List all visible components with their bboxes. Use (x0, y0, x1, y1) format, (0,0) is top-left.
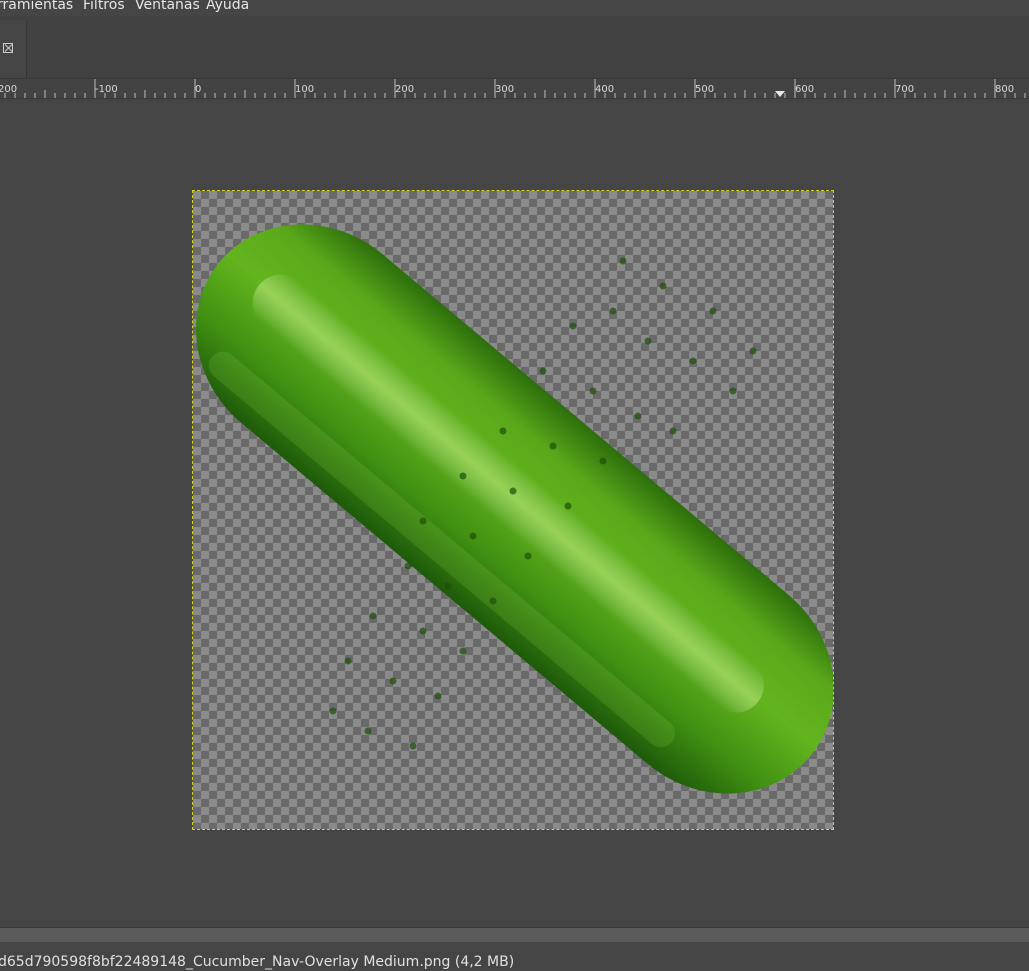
ruler-label: 800 (995, 84, 1014, 95)
cucumber-wart (564, 502, 572, 510)
cucumber-wart (444, 582, 452, 590)
menubar: rramientas Filtros Ventanas Ayuda (0, 0, 1029, 16)
cucumber-wart (459, 647, 467, 655)
cucumber-wart (689, 357, 697, 365)
cucumber-wart (434, 692, 442, 700)
ruler-label: -100 (95, 84, 118, 95)
image-tab[interactable] (0, 20, 27, 78)
ruler-label: 400 (595, 84, 614, 95)
cucumber-wart (709, 307, 717, 315)
cucumber-wart (419, 627, 427, 635)
ruler-label: 300 (495, 84, 514, 95)
image-tab-strip (0, 16, 1029, 79)
file-info-label: d65d790598f8bf22489148_Cucumber_Nav-Over… (0, 954, 515, 970)
menu-herramientas[interactable]: rramientas (0, 0, 73, 12)
cucumber-wart (589, 387, 597, 395)
ruler-label: 200 (0, 84, 17, 95)
cucumber-wart (404, 562, 412, 570)
status-bar: d65d790598f8bf22489148_Cucumber_Nav-Over… (0, 942, 1029, 971)
cucumber-wart (619, 257, 627, 265)
cucumber-wart (489, 597, 497, 605)
menu-filtros[interactable]: Filtros (83, 0, 125, 12)
cucumber-wart (389, 677, 397, 685)
cucumber-wart (609, 307, 617, 315)
ruler-label: 100 (295, 84, 314, 95)
menu-ayuda[interactable]: Ayuda (206, 0, 249, 12)
cucumber-wart (634, 412, 642, 420)
cucumber-wart (749, 347, 757, 355)
canvas-area[interactable] (0, 99, 1029, 927)
cucumber-wart (659, 282, 667, 290)
ruler-label: 0 (195, 84, 201, 95)
ruler-label: 500 (695, 84, 714, 95)
ruler-label: 200 (395, 84, 414, 95)
cucumber-wart (729, 387, 737, 395)
ruler-pointer-icon (775, 91, 785, 97)
cucumber-wart (539, 367, 547, 375)
cucumber-wart (669, 427, 677, 435)
cucumber-wart (509, 487, 517, 495)
horizontal-ruler[interactable]: 200 -100 0 100 200 300 400 500 600 700 8… (0, 79, 1029, 99)
cucumber-wart (469, 532, 477, 540)
cucumber-wart (369, 612, 377, 620)
cucumber-wart (364, 727, 372, 735)
horizontal-scrollbar[interactable] (0, 927, 1029, 942)
cucumber-wart (549, 442, 557, 450)
ruler-label: 700 (895, 84, 914, 95)
cucumber-wart (569, 322, 577, 330)
cucumber-wart (599, 457, 607, 465)
cucumber-wart (419, 517, 427, 525)
cucumber-wart (459, 472, 467, 480)
cucumber-image (196, 224, 833, 794)
cucumber-wart (644, 337, 652, 345)
menu-ventanas[interactable]: Ventanas (135, 0, 200, 12)
cucumber-wart (409, 742, 417, 750)
close-icon[interactable] (3, 43, 13, 53)
cucumber-wart (524, 552, 532, 560)
cucumber-wart (329, 707, 337, 715)
cucumber-wart (499, 427, 507, 435)
cucumber-wart (344, 657, 352, 665)
ruler-scale: 200 -100 0 100 200 300 400 500 600 700 8… (0, 79, 1026, 98)
ruler-label: 600 (795, 84, 814, 95)
image-canvas[interactable] (192, 190, 834, 830)
